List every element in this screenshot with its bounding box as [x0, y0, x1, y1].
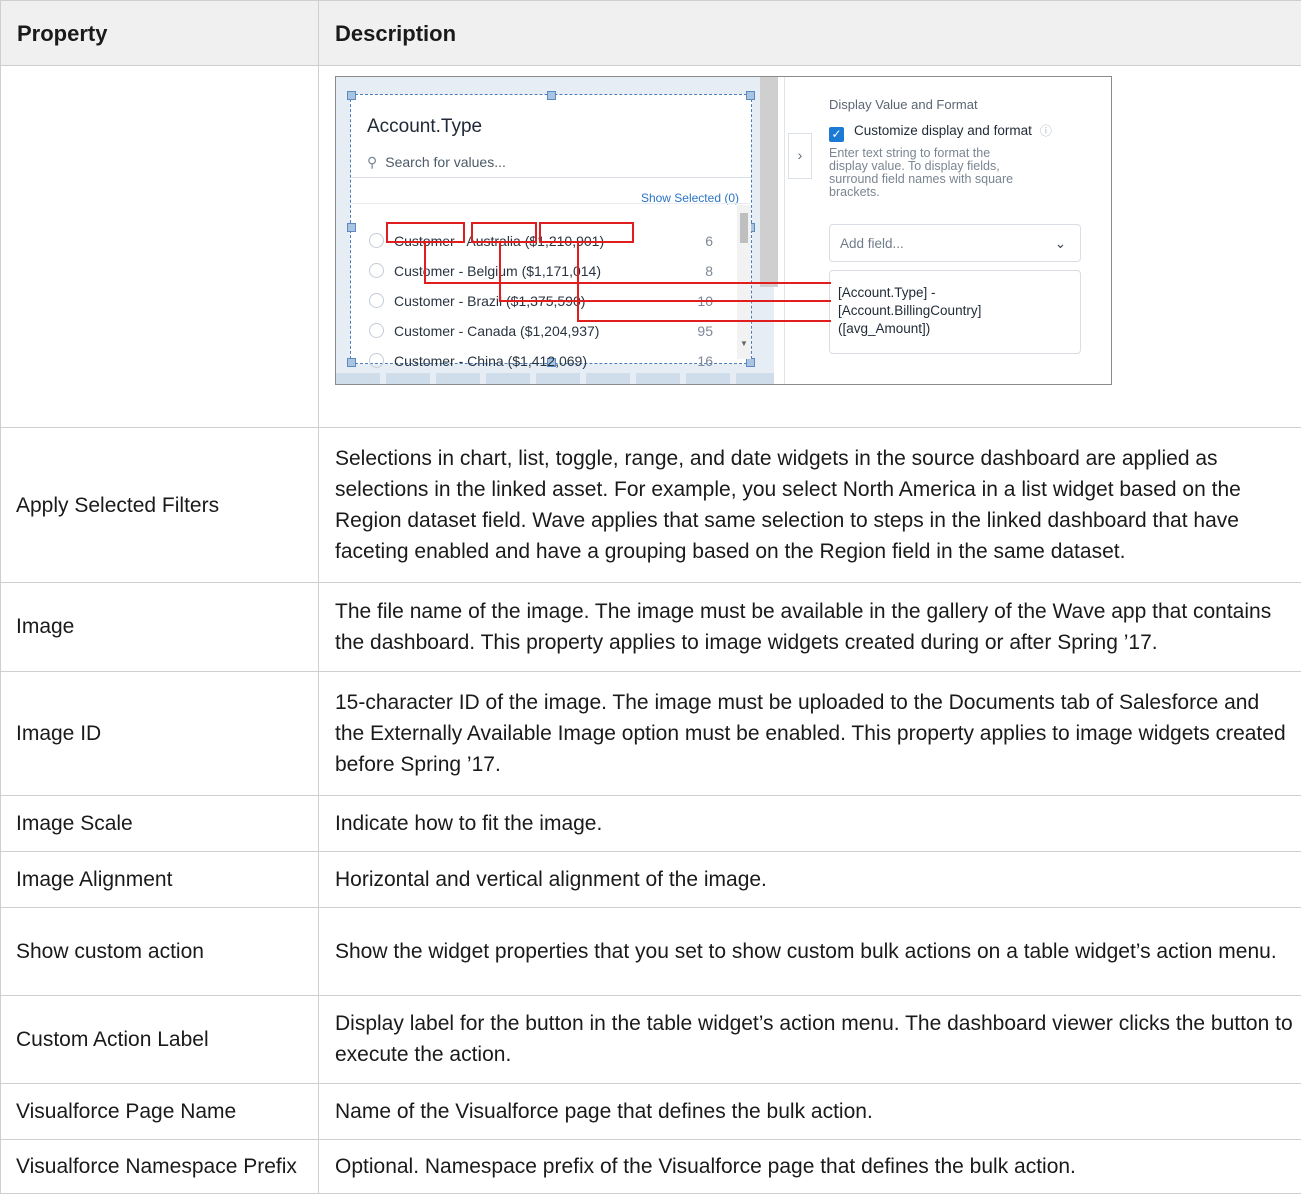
radio-icon [369, 263, 384, 278]
annotation-line [577, 243, 579, 321]
table-row: Image Scale Indicate how to fit the imag… [0, 794, 1301, 852]
table-row: Image Alignment Horizontal and vertical … [0, 850, 1301, 908]
checkbox-label: Customize display and format [854, 123, 1032, 138]
header-property: Property [0, 0, 319, 66]
resize-handle [547, 91, 556, 100]
annotation-box [386, 222, 465, 243]
info-icon: ⓘ [1039, 124, 1052, 138]
customize-checkbox: ✓ Customize display and format ⓘ [829, 115, 1052, 147]
annotation-line [499, 243, 501, 301]
property-cell: Visualforce Page Name [0, 1082, 319, 1140]
property-cell: Image Alignment [0, 850, 319, 908]
list-item-count: 6 [705, 233, 713, 249]
radio-icon [369, 233, 384, 248]
select-placeholder: Add field... [840, 236, 904, 251]
widget-title: Account.Type [367, 116, 483, 137]
property-cell: Image ID [0, 670, 319, 796]
property-cell: Apply Selected Filters [0, 427, 319, 584]
description-cell: Display label for the button in the tabl… [318, 994, 1301, 1084]
help-line: brackets. [829, 185, 880, 199]
search-placeholder: Search for values... [385, 154, 506, 170]
description-cell: 15-character ID of the image. The image … [318, 670, 1301, 796]
search-icon: ⚲ [367, 154, 378, 170]
property-cell: Visualforce Namespace Prefix [0, 1138, 319, 1194]
resize-handle [347, 91, 356, 100]
table-row: Visualforce Page Name Name of the Visual… [0, 1082, 1301, 1140]
check-icon: ✓ [829, 127, 844, 142]
annotation-box [471, 222, 537, 243]
add-field-select: Add field... ⌄ [829, 224, 1081, 262]
annotation-box [539, 222, 634, 243]
list-item-count: 16 [697, 353, 713, 369]
description-cell: Horizontal and vertical alignment of the… [318, 850, 1301, 908]
property-cell: Image [0, 582, 319, 672]
resize-handle [746, 358, 755, 367]
annotation-line [424, 282, 831, 284]
list-item: Customer - Canada ($1,204,937) [369, 316, 599, 347]
description-cell: Show the widget properties that you set … [318, 906, 1301, 996]
display-format-screenshot: Account.Type ⚲ Search for values... Show … [335, 76, 1112, 385]
divider [351, 177, 751, 178]
list-item-label: Customer - Canada ($1,204,937) [394, 323, 600, 339]
description-cell: Indicate how to fit the image. [318, 794, 1301, 852]
description-cell: The file name of the image. The image mu… [318, 582, 1301, 672]
header-description: Description [318, 0, 1301, 66]
table-row: Apply Selected Filters Selections in cha… [0, 427, 1301, 584]
format-line: ([avg_Amount]) [838, 321, 931, 336]
divider [351, 203, 751, 204]
annotation-line [577, 320, 831, 322]
annotation-line [499, 300, 831, 302]
table-row: Visualforce Namespace Prefix Optional. N… [0, 1138, 1301, 1194]
chevron-right-icon: › [788, 133, 812, 179]
annotation-line [424, 243, 426, 283]
table-header-row: Property Description [0, 0, 1301, 66]
chevron-down-icon: ⌄ [1054, 236, 1066, 251]
scroll-down-icon: ▼ [740, 339, 748, 348]
description-cell: Account.Type ⚲ Search for values... Show … [318, 64, 1301, 429]
radio-icon [369, 293, 384, 308]
list-item-label: Customer - China ($1,412,069) [394, 353, 587, 369]
description-cell: Optional. Namespace prefix of the Visual… [318, 1138, 1301, 1194]
table-row: Custom Action Label Display label for th… [0, 994, 1301, 1084]
radio-icon [369, 323, 384, 338]
table-row: Account.Type ⚲ Search for values... Show … [0, 64, 1301, 429]
scroll-thumb [740, 213, 748, 243]
table-row: Image The file name of the image. The im… [0, 582, 1301, 672]
property-cell: Show custom action [0, 906, 319, 996]
table-row: Show custom action Show the widget prope… [0, 906, 1301, 996]
property-cell [0, 64, 319, 429]
description-cell: Name of the Visualforce page that define… [318, 1082, 1301, 1140]
widget-search: ⚲ Search for values... [367, 147, 506, 178]
show-selected-link: Show Selected (0) [640, 191, 739, 205]
help-text: Enter text string to format the display … [829, 147, 1079, 199]
resize-handle [746, 91, 755, 100]
resize-handle [347, 223, 356, 232]
property-cell: Image Scale [0, 794, 319, 852]
list-item: Customer - China ($1,412,069) [369, 346, 587, 377]
canvas-scrollbar [760, 77, 778, 287]
table-row: Image ID 15-character ID of the image. T… [0, 670, 1301, 796]
description-cell: Selections in chart, list, toggle, range… [318, 427, 1301, 584]
properties-table: Property Description Account.Type ⚲ Sear… [0, 0, 1301, 1194]
radio-icon [369, 353, 384, 368]
property-cell: Custom Action Label [0, 994, 319, 1084]
resize-handle [347, 358, 356, 367]
